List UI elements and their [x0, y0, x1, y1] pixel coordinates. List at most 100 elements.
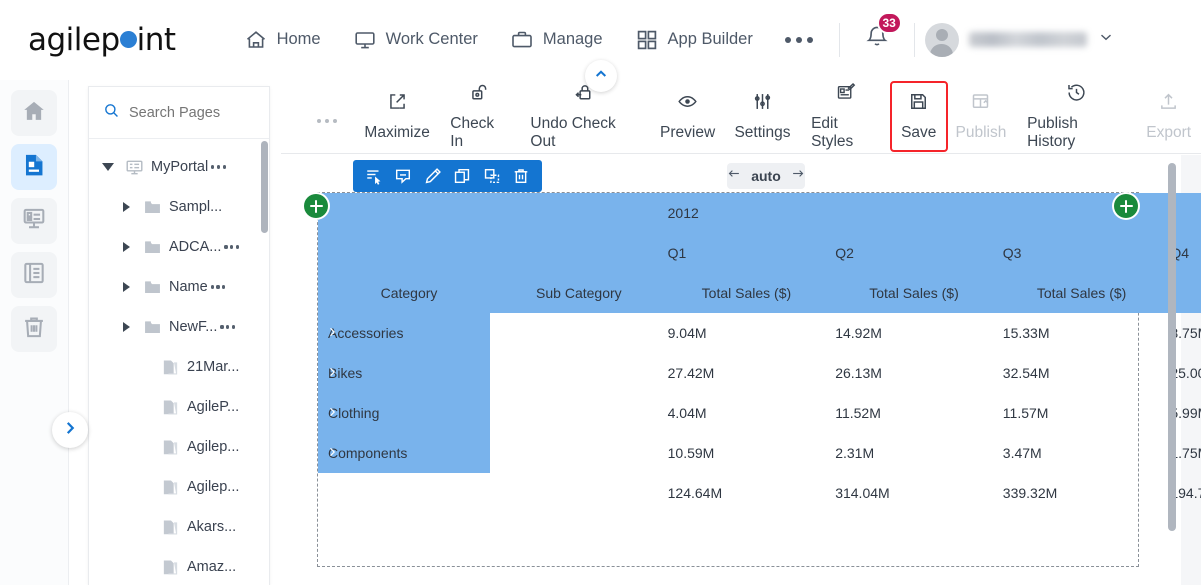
toolbar-more-icon[interactable] — [317, 118, 337, 123]
nav-item-work-center[interactable]: Work Center — [337, 20, 494, 60]
tree-item[interactable]: Amaz... — [89, 547, 269, 579]
save-icon — [908, 91, 929, 117]
notifications-button[interactable]: 33 — [850, 12, 904, 55]
toolbar-check-in-button[interactable]: Check In — [439, 76, 519, 157]
tree-item-label: NewF... — [169, 319, 218, 335]
header-quarter-q3: Q3 — [992, 233, 1161, 273]
collapse-toolbar-button[interactable] — [585, 60, 617, 92]
expand-chevron-icon[interactable] — [326, 405, 338, 421]
bell-icon — [864, 26, 890, 54]
tree-item[interactable]: Name — [89, 267, 269, 307]
page-file-icon — [161, 558, 180, 577]
pencil-icon[interactable] — [422, 165, 444, 187]
cell-q1-total-sales: 124.64M — [667, 485, 723, 501]
arrow-right-icon[interactable] — [789, 166, 806, 186]
nav-item-manage[interactable]: Manage — [494, 20, 619, 60]
cell-category[interactable]: Accessories — [318, 313, 491, 353]
cell-q4-total-sales: 194.78M — [1170, 485, 1201, 501]
tree-item[interactable]: Agilep... — [89, 427, 269, 467]
search-input[interactable] — [129, 104, 249, 121]
copy-icon[interactable] — [451, 165, 473, 187]
header-blank-7 — [490, 233, 658, 273]
arrow-left-icon[interactable] — [726, 166, 743, 186]
rail-item-recycle-bin[interactable] — [11, 306, 57, 352]
comment-icon[interactable] — [392, 165, 414, 187]
add-column-button-right[interactable] — [1114, 194, 1138, 218]
tree-item-more-icon[interactable] — [210, 285, 226, 289]
rail-item-home[interactable] — [11, 90, 57, 136]
twisty-collapsed-icon[interactable] — [115, 242, 137, 252]
rail-item-forms[interactable] — [11, 198, 57, 244]
cell-category[interactable] — [318, 473, 490, 513]
column-header-q2-total-sales: Total Sales ($) — [825, 273, 993, 313]
add-row-button-left[interactable] — [304, 194, 328, 218]
duplicate-icon[interactable] — [481, 165, 503, 187]
folder-icon — [143, 198, 162, 217]
expand-chevron-icon[interactable] — [326, 325, 338, 341]
toolbar-publish-button[interactable]: Publish — [946, 85, 1016, 148]
table-row: Clothing 4.04M 11.52M 11.57M 5.99M — [318, 393, 1201, 433]
user-menu[interactable] — [924, 22, 1129, 57]
toolbar-label-settings: Settings — [734, 124, 791, 141]
widget-selection-box[interactable]: 2012 Q1 Q2 Q3 Q4 Category Sub Category T… — [304, 192, 1201, 567]
toolbar-publish-history-button[interactable]: Publish History — [1016, 76, 1136, 157]
tree-item[interactable]: NewF... — [89, 307, 269, 347]
tree-item[interactable]: MyPortal — [89, 147, 269, 187]
expand-chevron-icon[interactable] — [326, 365, 338, 381]
delete-icon[interactable] — [510, 165, 532, 187]
rail-expand-toggle[interactable] — [52, 412, 88, 448]
toolbar-preview-button[interactable]: Preview — [650, 85, 724, 148]
tree-item[interactable]: ADCA... — [89, 227, 269, 267]
portal-icon — [125, 158, 144, 177]
toolbar-save-button[interactable]: Save — [889, 81, 948, 152]
twisty-collapsed-icon[interactable] — [115, 322, 137, 332]
sliders-icon — [752, 91, 773, 117]
page-canvas: auto 2012 Q1 Q2 Q3 Q4 Category Sub Categ… — [281, 155, 1201, 585]
nav-item-home[interactable]: Home — [228, 20, 337, 60]
twisty-collapsed-icon[interactable] — [115, 202, 137, 212]
cell-q2-total-sales: 14.92M — [835, 325, 882, 341]
tree-item[interactable]: Akars... — [89, 507, 269, 547]
nav-divider-1 — [838, 22, 840, 57]
tree-item[interactable]: Agilep... — [89, 467, 269, 507]
cell-q3-total-sales: 15.33M — [1002, 325, 1050, 341]
nav-more-button[interactable] — [769, 36, 829, 43]
app-root: agilep int Home Work Center Manage App B… — [0, 0, 1201, 585]
table-header-quarter-row: Q1 Q2 Q3 Q4 — [318, 233, 1201, 273]
twisty-expanded-icon[interactable] — [97, 163, 119, 171]
cell-category[interactable]: Components — [318, 433, 491, 473]
logo-text-part1: agilep — [28, 21, 120, 58]
agilepoint-logo[interactable]: agilep int — [28, 22, 176, 58]
pages-panel-scrollbar[interactable] — [261, 141, 268, 233]
rail-item-pages[interactable] — [11, 144, 57, 190]
cell-category[interactable]: Clothing — [318, 393, 491, 433]
rail-item-layouts[interactable] — [11, 252, 57, 298]
expand-chevron-icon[interactable] — [326, 445, 338, 461]
tree-item[interactable]: 21Mar... — [89, 347, 269, 387]
tree-item-more-icon[interactable] — [211, 165, 226, 169]
cell-q1-total-sales: 27.42M — [667, 365, 715, 381]
tree-item-more-icon[interactable] — [220, 325, 235, 329]
toolbar-maximize-button[interactable]: Maximize — [355, 85, 439, 148]
toolbar-undo-check-out-button[interactable]: Undo Check Out — [519, 76, 650, 157]
twisty-collapsed-icon[interactable] — [115, 282, 137, 292]
logo-text-part2: int — [136, 21, 176, 58]
cell-q1-total-sales: 4.04M — [667, 405, 707, 421]
header-blank-2 — [490, 193, 658, 233]
select-rows-icon[interactable] — [363, 165, 385, 187]
header-quarter-q4: Q4 — [1160, 233, 1201, 273]
tree-item[interactable]: Sampl... — [89, 187, 269, 227]
tree-item-more-icon[interactable] — [224, 245, 239, 249]
cell-q3-total-sales: 339.32M — [1002, 485, 1058, 501]
header-blank-3 — [825, 193, 993, 233]
cell-category[interactable]: Bikes — [318, 353, 491, 393]
toolbar-export-button[interactable]: Export — [1136, 85, 1201, 148]
toolbar-edit-styles-button[interactable]: Edit Styles — [800, 76, 892, 157]
search-icon — [103, 102, 120, 124]
cell-q4-total-sales: 8.75M — [1170, 325, 1201, 341]
toolbar-label-edit-styles: Edit Styles — [811, 115, 854, 150]
tree-item[interactable]: AgileP... — [89, 387, 269, 427]
toolbar-settings-button[interactable]: Settings — [725, 85, 800, 148]
canvas-scrollbar[interactable] — [1168, 163, 1176, 531]
nav-item-app-builder[interactable]: App Builder — [619, 20, 769, 60]
